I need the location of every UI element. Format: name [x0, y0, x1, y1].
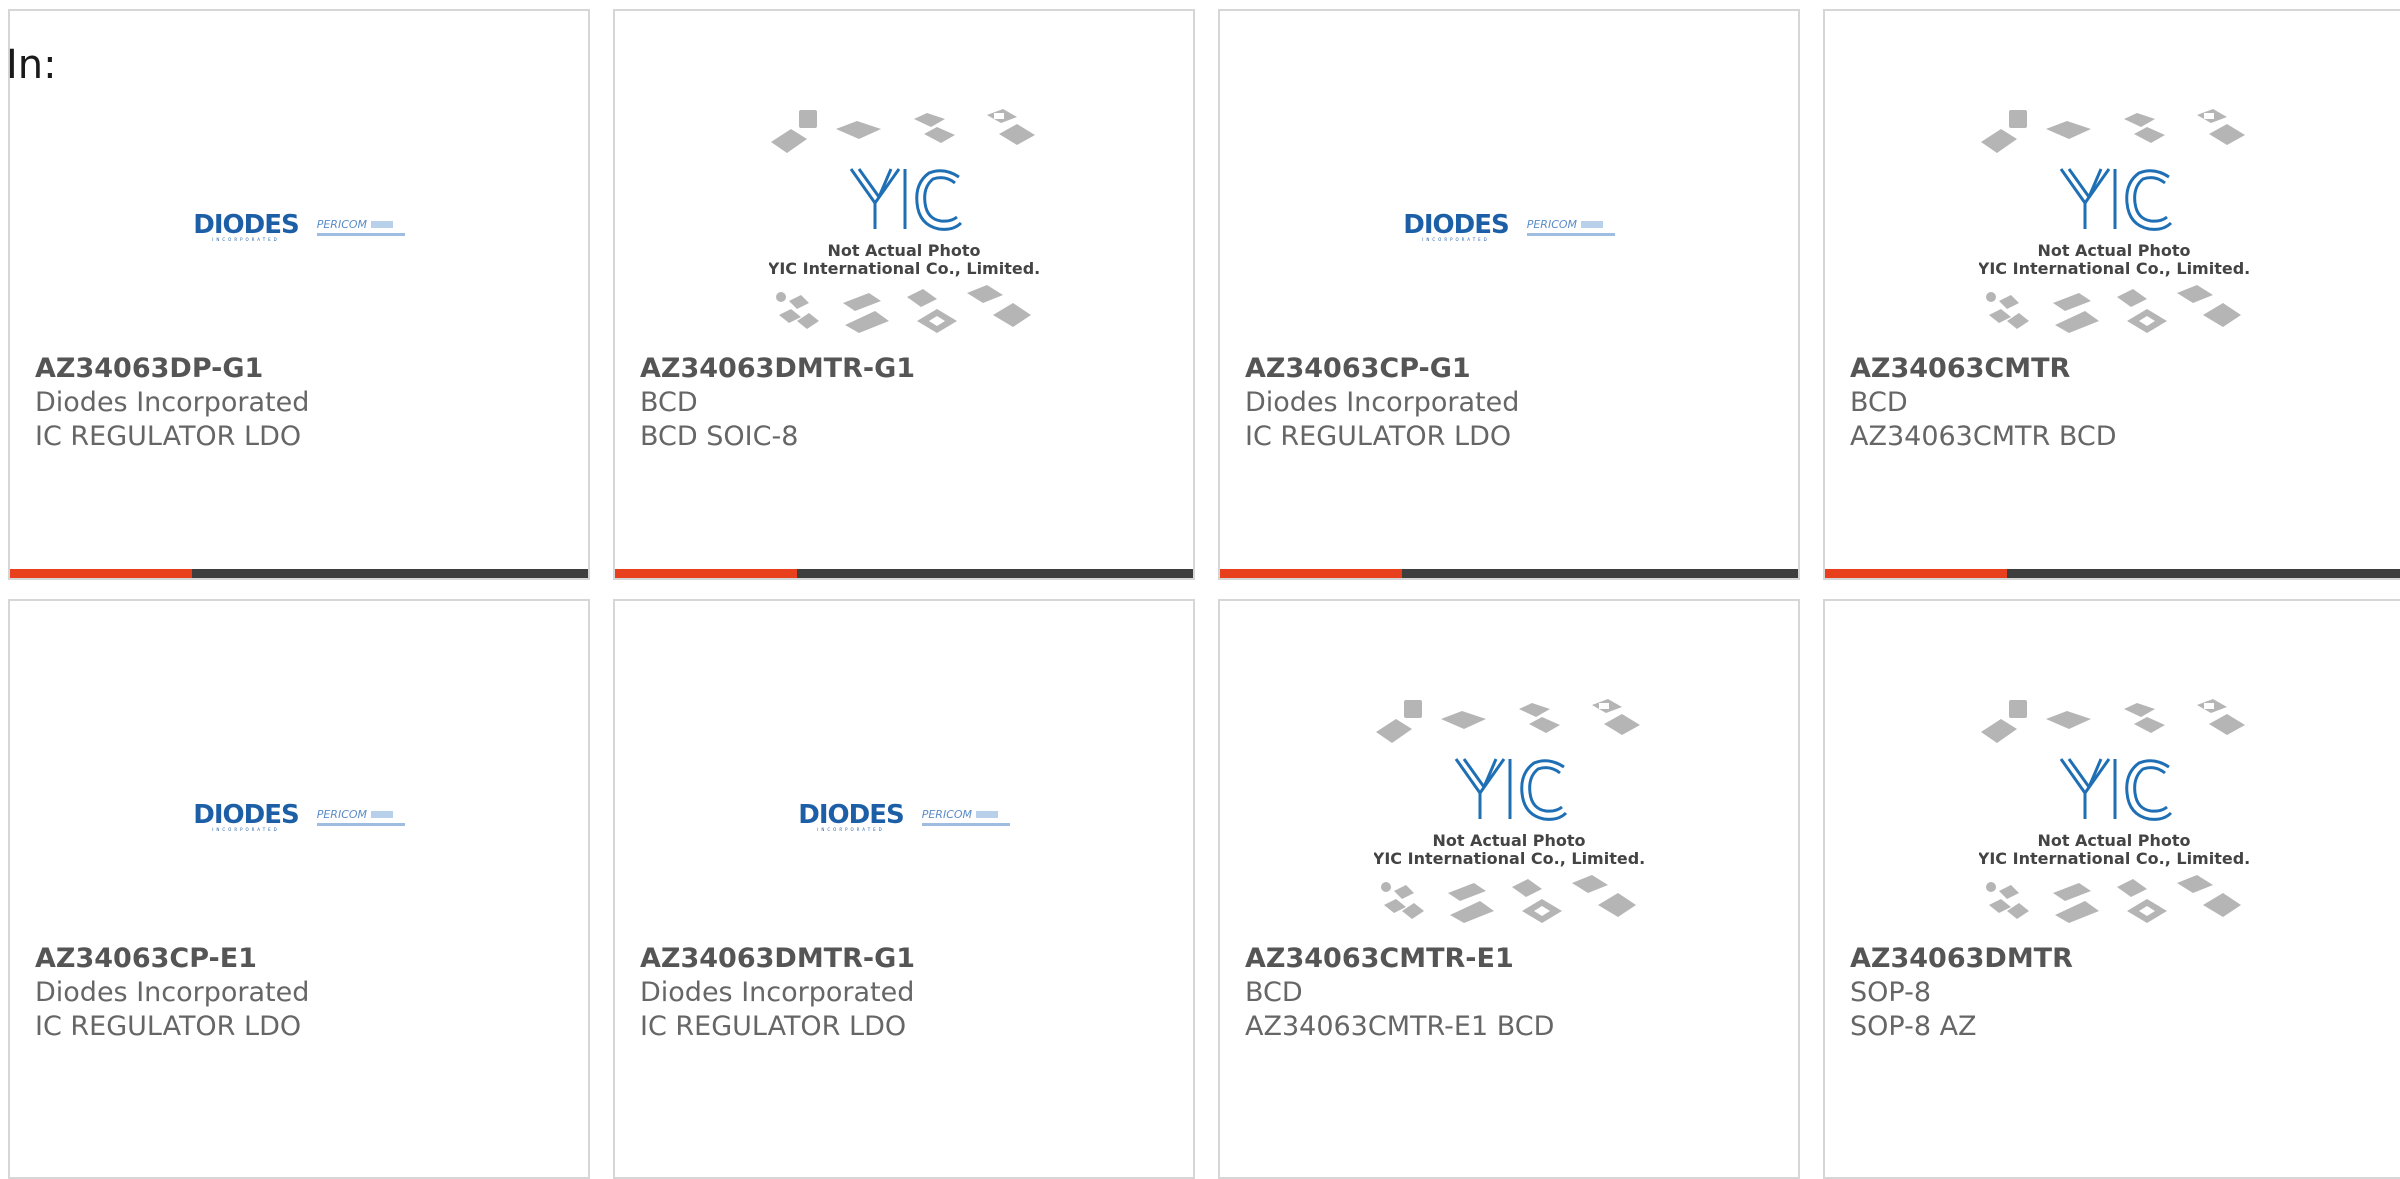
product-image[interactable]: Not Actual Photo YIC International Co., … — [1825, 681, 2400, 953]
filter-in-label: In: — [6, 42, 57, 88]
placeholder-text-line2: YIC International Co., Limited. — [769, 259, 1039, 278]
placeholder-text-line1: Not Actual Photo — [1432, 831, 1585, 850]
placeholder-text-line1: Not Actual Photo — [827, 241, 980, 260]
accent-bar-red — [1825, 569, 2007, 578]
pericom-logo-text: PERICOM — [921, 808, 973, 821]
diodes-logo-text: DIODES — [193, 799, 299, 830]
accent-bar-red — [615, 569, 797, 578]
part-number[interactable]: AZ34063DMTR-G1 — [640, 942, 915, 976]
product-card[interactable]: DIODES INCORPORATED PERICOM AZ34063CP-E1… — [8, 599, 590, 1179]
product-description: IC REGULATOR LDO — [35, 421, 302, 452]
card-accent-bar — [1825, 569, 2400, 578]
product-info: AZ34063DMTR-G1 BCD BCD SOIC-8 — [640, 352, 915, 454]
manufacturer-name: Diodes Incorporated — [35, 387, 310, 418]
placeholder-text-line1: Not Actual Photo — [2037, 831, 2190, 850]
product-description: IC REGULATOR LDO — [1245, 421, 1512, 452]
part-number[interactable]: AZ34063CP-G1 — [1245, 352, 1519, 386]
card-accent-bar — [10, 569, 588, 578]
manufacturer-name: Diodes Incorporated — [35, 977, 310, 1008]
product-info: AZ34063DMTR-G1 Diodes Incorporated IC REGU… — [640, 942, 915, 1044]
product-info: AZ34063CMTR-E1 BCD AZ34063CMTR-E1 BCD — [1245, 942, 1554, 1044]
manufacturer-name: Diodes Incorporated — [1245, 387, 1520, 418]
pericom-logo-text: PERICOM — [316, 218, 368, 231]
placeholder-text-line2: YIC International Co., Limited. — [1979, 259, 2249, 278]
product-description: AZ34063CMTR-E1 BCD — [1245, 1011, 1555, 1042]
pericom-logo: PERICOM — [1526, 218, 1615, 236]
not-actual-photo-placeholder: Not Actual Photo YIC International Co., … — [1979, 699, 2249, 923]
part-number[interactable]: AZ34063CMTR — [1850, 352, 2117, 386]
pericom-logo-text: PERICOM — [1526, 218, 1578, 231]
diodes-logo-text: DIODES — [193, 209, 299, 240]
product-info: AZ34063CP-E1 Diodes Incorporated IC REGULA… — [35, 942, 309, 1044]
accent-bar-dark — [2007, 569, 2400, 578]
card-accent-bar — [1220, 569, 1798, 578]
not-actual-photo-placeholder: Not Actual Photo YIC International Co., … — [1979, 109, 2249, 333]
manufacturer-logo: DIODES INCORPORATED PERICOM — [1403, 209, 1615, 242]
product-card[interactable]: Not Actual Photo YIC International Co., … — [613, 9, 1195, 580]
manufacturer-logo: DIODES INCORPORATED PERICOM — [798, 799, 1010, 832]
diodes-logo: DIODES INCORPORATED — [193, 799, 299, 832]
manufacturer-name: SOP-8 — [1850, 977, 1931, 1008]
placeholder-text-line2: YIC International Co., Limited. — [1979, 849, 2249, 868]
manufacturer-logo: DIODES INCORPORATED PERICOM — [193, 209, 405, 242]
accent-bar-red — [1220, 569, 1402, 578]
product-image[interactable]: Not Actual Photo YIC International Co., … — [1825, 91, 2400, 363]
product-info: AZ34063DMTR SOP-8 SOP-8 AZ — [1850, 942, 2073, 1044]
product-card[interactable]: Not Actual Photo YIC International Co., … — [1823, 9, 2400, 580]
product-info: AZ34063DP-G1 Diodes Incorporated IC REGULA… — [35, 352, 309, 454]
product-info: AZ34063CP-G1 Diodes Incorporated IC REGULA… — [1245, 352, 1519, 454]
product-description: IC REGULATOR LDO — [35, 1011, 302, 1042]
diodes-logo: DIODES INCORPORATED — [798, 799, 904, 832]
product-description: SOP-8 AZ — [1850, 1011, 1977, 1042]
not-actual-photo-placeholder: Not Actual Photo YIC International Co., … — [769, 109, 1039, 333]
part-number[interactable]: AZ34063DP-G1 — [35, 352, 309, 386]
manufacturer-name: BCD — [640, 387, 698, 418]
pericom-logo: PERICOM — [316, 808, 405, 826]
product-card[interactable]: DIODES INCORPORATED PERICOM AZ34063DP-G1… — [8, 9, 590, 580]
diodes-logo: DIODES INCORPORATED — [1403, 209, 1509, 242]
accent-bar-dark — [1402, 569, 1798, 578]
product-card[interactable]: Not Actual Photo YIC International Co., … — [1218, 599, 1800, 1179]
product-image[interactable]: DIODES INCORPORATED PERICOM — [1220, 91, 1798, 363]
product-card[interactable]: DIODES INCORPORATED PERICOM AZ34063DMTR-… — [613, 599, 1195, 1179]
product-card[interactable]: Not Actual Photo YIC International Co., … — [1823, 599, 2400, 1179]
product-image[interactable]: Not Actual Photo YIC International Co., … — [615, 91, 1193, 363]
manufacturer-name: Diodes Incorporated — [640, 977, 915, 1008]
not-actual-photo-placeholder: Not Actual Photo YIC International Co., … — [1374, 699, 1644, 923]
placeholder-text-line2: YIC International Co., Limited. — [1374, 849, 1644, 868]
diodes-logo-text: DIODES — [1403, 209, 1509, 240]
pericom-logo: PERICOM — [316, 218, 405, 236]
part-number[interactable]: AZ34063DMTR — [1850, 942, 2073, 976]
placeholder-text-line1: Not Actual Photo — [2037, 241, 2190, 260]
diodes-logo-text: DIODES — [798, 799, 904, 830]
accent-bar-dark — [797, 569, 1193, 578]
part-number[interactable]: AZ34063CP-E1 — [35, 942, 309, 976]
part-number[interactable]: AZ34063DMTR-G1 — [640, 352, 915, 386]
product-description: AZ34063CMTR BCD — [1850, 421, 2117, 452]
manufacturer-logo: DIODES INCORPORATED PERICOM — [193, 799, 405, 832]
product-image[interactable]: DIODES INCORPORATED PERICOM — [10, 91, 588, 363]
accent-bar-red — [10, 569, 192, 578]
card-accent-bar — [615, 569, 1193, 578]
product-image[interactable]: Not Actual Photo YIC International Co., … — [1220, 681, 1798, 953]
accent-bar-dark — [192, 569, 588, 578]
product-card[interactable]: DIODES INCORPORATED PERICOM AZ34063CP-G1… — [1218, 9, 1800, 580]
product-description: IC REGULATOR LDO — [640, 1011, 907, 1042]
pericom-logo: PERICOM — [921, 808, 1010, 826]
diodes-logo: DIODES INCORPORATED — [193, 209, 299, 242]
manufacturer-name: BCD — [1850, 387, 1908, 418]
pericom-logo-text: PERICOM — [316, 808, 368, 821]
part-number[interactable]: AZ34063CMTR-E1 — [1245, 942, 1554, 976]
product-info: AZ34063CMTR BCD AZ34063CMTR BCD — [1850, 352, 2117, 454]
product-image[interactable]: DIODES INCORPORATED PERICOM — [10, 681, 588, 953]
manufacturer-name: BCD — [1245, 977, 1303, 1008]
product-description: BCD SOIC-8 — [640, 421, 799, 452]
product-image[interactable]: DIODES INCORPORATED PERICOM — [615, 681, 1193, 953]
